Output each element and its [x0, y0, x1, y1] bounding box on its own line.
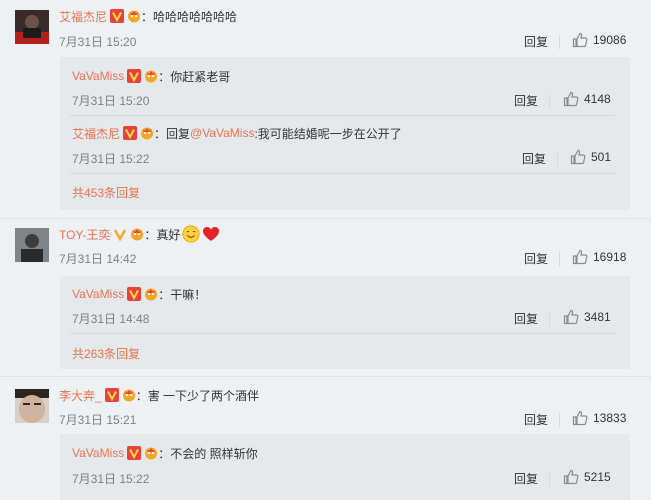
subreply-username[interactable]: VaVaMiss — [72, 287, 124, 301]
thumb-up-icon — [570, 149, 586, 165]
action-divider — [549, 94, 550, 108]
like-button[interactable]: 19086 — [572, 32, 626, 48]
mention-link[interactable]: @VaVaMiss — [190, 126, 254, 140]
reply-button[interactable]: 回复 — [514, 310, 538, 327]
subreply-time: 7月31日 15:20 — [72, 94, 150, 108]
thumb-up-icon — [572, 410, 588, 426]
like-button[interactable]: 4148 — [563, 91, 611, 107]
verified-v-icon — [127, 69, 142, 83]
member-crown-icon — [144, 287, 158, 301]
reply-button[interactable]: 回复 — [524, 250, 548, 267]
like-count: 5215 — [584, 470, 611, 484]
like-button[interactable]: 13833 — [572, 410, 626, 426]
like-count: 4148 — [584, 92, 611, 106]
subreply-divider — [70, 333, 615, 334]
verified-v-icon — [104, 388, 119, 402]
subreply-time: 7月31日 15:22 — [72, 472, 150, 486]
member-crown-icon — [122, 388, 136, 402]
member-crown-icon — [140, 126, 154, 140]
subreply-username[interactable]: 艾福杰尼 — [72, 125, 120, 142]
like-count: 19086 — [593, 33, 627, 47]
comment-item: 艾福杰尼 ：哈哈哈哈哈哈哈 7月31日 15:20 回复 19086 VaVaM… — [0, 0, 651, 210]
subreply-text: ：不会的 照样斩你 — [158, 446, 258, 461]
like-count: 13833 — [593, 411, 627, 425]
action-divider — [559, 35, 560, 49]
verified-v-icon — [113, 227, 127, 241]
thumb-up-icon — [563, 469, 579, 485]
like-button[interactable]: 5215 — [563, 469, 611, 485]
thumb-up-icon — [572, 249, 588, 265]
subreply-text: ：干嘛！ — [158, 287, 207, 302]
verified-v-icon — [127, 287, 142, 301]
verified-v-icon — [123, 126, 138, 140]
avatar[interactable] — [15, 10, 49, 44]
subreply-divider — [70, 173, 615, 174]
member-crown-icon — [127, 9, 141, 23]
like-count: 16918 — [593, 250, 627, 264]
comment-username[interactable]: 李大奔_ — [59, 387, 102, 404]
like-count: 3481 — [584, 310, 611, 324]
comment-text: ：害 一下少了两个酒伴 — [135, 388, 260, 403]
avatar-image — [15, 389, 49, 423]
subreply-time: 7月31日 14:48 — [72, 312, 150, 326]
action-divider — [557, 152, 558, 166]
reply-button[interactable]: 回复 — [514, 470, 538, 487]
comment-username[interactable]: TOY-王奕 — [59, 226, 110, 243]
like-button[interactable]: 501 — [570, 149, 611, 165]
thumb-up-icon — [563, 91, 579, 107]
action-divider — [549, 472, 550, 486]
avatar-image — [15, 228, 49, 262]
comment-item: TOY-王奕 ：真好 7月31日 14:42 回复 16918 VaVaMiss… — [0, 219, 651, 369]
like-button[interactable]: 3481 — [563, 309, 611, 325]
member-crown-icon — [144, 446, 158, 460]
more-replies-link[interactable]: 共453条回复 — [72, 184, 140, 201]
subreply-time: 7月31日 15:22 — [72, 152, 150, 166]
subreply-prefix: ：回复 — [154, 126, 191, 141]
comment-time: 7月31日 14:42 — [59, 252, 137, 266]
member-crown-icon — [144, 69, 158, 83]
verified-v-icon — [110, 9, 125, 23]
action-divider — [559, 413, 560, 427]
comment-time: 7月31日 15:20 — [59, 35, 137, 49]
comment-time: 7月31日 15:21 — [59, 413, 137, 427]
smile-emoji-icon — [182, 225, 200, 243]
subreply-text: :我可能结婚呢一步在公开了 — [254, 126, 402, 141]
verified-v-icon — [127, 446, 142, 460]
subreply-text: ：你赶紧老哥 — [158, 69, 231, 84]
subreply-divider — [70, 115, 615, 116]
reply-button[interactable]: 回复 — [522, 150, 546, 167]
subreply-username[interactable]: VaVaMiss — [72, 69, 124, 83]
thumb-up-icon — [572, 32, 588, 48]
more-replies-link[interactable]: 共263条回复 — [72, 345, 140, 362]
avatar[interactable] — [15, 389, 49, 423]
thumb-up-icon — [563, 309, 579, 325]
avatar-image — [15, 10, 49, 44]
reply-button[interactable]: 回复 — [514, 92, 538, 109]
reply-button[interactable]: 回复 — [524, 33, 548, 50]
heart-emoji-icon — [202, 225, 220, 243]
like-button[interactable]: 16918 — [572, 249, 626, 265]
comment-text: ：真好 — [144, 227, 181, 242]
reply-button[interactable]: 回复 — [524, 411, 548, 428]
action-divider — [559, 252, 560, 266]
like-count: 501 — [591, 150, 612, 164]
action-divider — [549, 312, 550, 326]
comment-text: ：哈哈哈哈哈哈哈 — [141, 9, 238, 24]
comment-username[interactable]: 艾福杰尼 — [59, 8, 107, 25]
comment-item: 李大奔_ ：害 一下少了两个酒伴 7月31日 15:21 回复 13833 Va… — [0, 377, 651, 500]
avatar[interactable] — [15, 228, 49, 262]
subreply-username[interactable]: VaVaMiss — [72, 446, 124, 460]
member-crown-icon — [130, 227, 144, 241]
